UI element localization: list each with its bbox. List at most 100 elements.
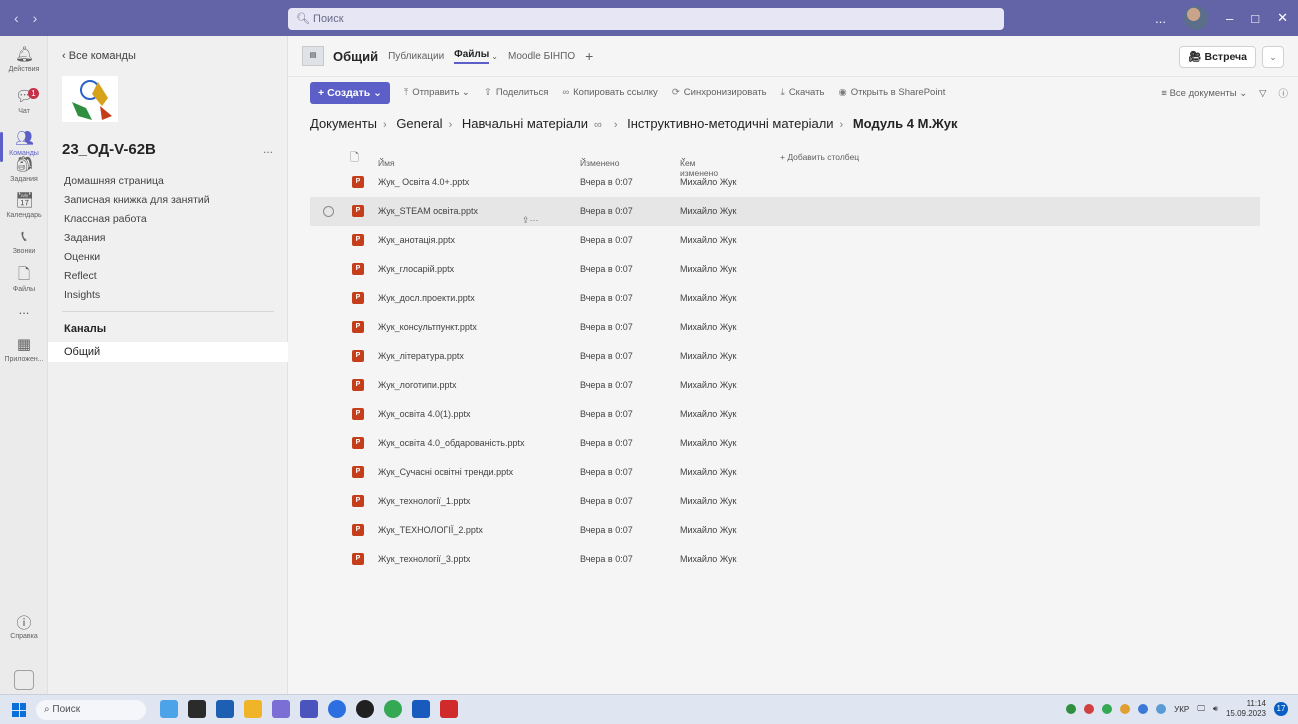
file-name[interactable]: Жук_освіта 4.0(1).pptx — [378, 409, 471, 419]
file-name[interactable]: Жук_досл.проекти.pptx — [378, 293, 475, 303]
widgets-icon[interactable] — [160, 700, 178, 718]
tray-app-icon[interactable] — [1066, 704, 1077, 714]
open-sharepoint-button[interactable]: ◉ Открыть в SharePoint — [838, 87, 945, 98]
notification-badge[interactable]: 17 — [1274, 702, 1288, 716]
info-icon[interactable]: ⓘ — [1278, 86, 1288, 100]
breadcrumb-item[interactable]: General — [396, 116, 442, 131]
device-icon[interactable] — [14, 670, 34, 690]
meet-button[interactable]: 🎥︎ Встреча — [1179, 46, 1256, 68]
rail-item-files[interactable]: 🗋 Файлы — [0, 262, 48, 304]
file-name[interactable]: Жук_логотипи.pptx — [378, 380, 456, 390]
teams-icon[interactable] — [300, 700, 318, 718]
rail-item-apps[interactable]: ▦ Приложен... — [0, 332, 48, 374]
nav-insights[interactable]: Insights — [64, 286, 210, 305]
acrobat-icon[interactable] — [440, 700, 458, 718]
file-type-icon[interactable]: 🗋 — [350, 149, 359, 168]
more-options-button[interactable]: ... — [1155, 11, 1166, 26]
view-selector[interactable]: ≡ Все документы ⌄ — [1161, 88, 1247, 99]
breadcrumb-item[interactable]: Інструктивно-методичні матеріали — [627, 116, 833, 131]
table-row[interactable]: P Жук_ТЕХНОЛОГІЇ_2.pptx Вчера в 0:07 Михайл… — [310, 516, 1260, 545]
all-teams-link[interactable]: ‹ Все команды — [62, 50, 136, 62]
chevron-down-icon[interactable]: ⌄ — [491, 52, 498, 61]
tray-app-icon[interactable] — [1084, 704, 1095, 714]
table-row[interactable]: P Жук_література.pptx Вчера в 0:07 Михайло … — [310, 342, 1260, 371]
back-arrow-icon[interactable]: ‹ — [14, 10, 19, 26]
tab-files[interactable]: Файлы — [454, 49, 490, 64]
taskbar-search[interactable]: ⌕ Поиск — [36, 700, 146, 720]
help-button[interactable]: ⓘ Справка — [0, 612, 48, 640]
table-row[interactable]: P Жук_технології_1.pptx Вчера в 0:07 Михайл… — [310, 487, 1260, 516]
file-name[interactable]: Жук_консультпункт.pptx — [378, 322, 477, 332]
volume-icon[interactable]: 🔊︎ — [1213, 704, 1218, 714]
table-row[interactable]: P Жук_глосарій.pptx Вчера в 0:07 Михайло Жу… — [310, 255, 1260, 284]
chrome-icon[interactable] — [1102, 704, 1113, 714]
rail-item-chat[interactable]: 💬︎ 1 Чат — [0, 84, 48, 126]
search-input[interactable]: 🔍︎ Поиск — [288, 8, 1004, 30]
network-icon[interactable]: 🖵 — [1197, 704, 1205, 714]
breadcrumb-item[interactable]: Навчальні матеріали — [462, 116, 588, 131]
add-column-button[interactable]: + Добавить столбец — [780, 152, 859, 162]
more-icon[interactable]: ··· — [530, 215, 539, 225]
table-row[interactable]: P Жук_освіта 4.0_обдарованість.pptx Вчера … — [310, 429, 1260, 458]
column-modified[interactable]: Изменено ⌄ — [580, 152, 619, 168]
share-button[interactable]: ⇪ Поделиться — [484, 87, 548, 98]
chrome-icon[interactable] — [384, 700, 402, 718]
row-actions[interactable]: ⇪ ··· — [522, 206, 539, 225]
file-name[interactable]: Жук_література.pptx — [378, 351, 464, 361]
table-row[interactable]: P Жук_технології_3.pptx Вчера в 0:07 Михайл… — [310, 545, 1260, 574]
explorer-icon[interactable] — [244, 700, 262, 718]
table-row[interactable]: P Жук_досл.проекти.pptx Вчера в 0:07 Михайл… — [310, 284, 1260, 313]
meet-dropdown-button[interactable]: ⌄ — [1262, 46, 1284, 68]
nav-assignments[interactable]: Задания — [64, 229, 210, 248]
file-name[interactable]: Жук_анотація.pptx — [378, 235, 455, 245]
file-name[interactable]: Жук_STEAM освіта.pptx — [378, 206, 478, 216]
download-button[interactable]: ⤓ Скачать — [781, 87, 825, 98]
filter-icon[interactable]: ▽ — [1259, 88, 1266, 99]
table-row[interactable]: P Жук_консультпункт.pptx Вчера в 0:07 Михай… — [310, 313, 1260, 342]
file-name[interactable]: Жук_освіта 4.0_обдарованість.pptx — [378, 438, 524, 448]
channel-general[interactable]: Общий — [48, 342, 288, 362]
teams-chat-icon[interactable] — [272, 700, 290, 718]
task-view-icon[interactable] — [188, 700, 206, 718]
file-name[interactable]: Жук_ Освіта 4.0+.pptx — [378, 177, 469, 187]
windows-start-icon[interactable] — [12, 703, 26, 717]
file-name[interactable]: Жук_глосарій.pptx — [378, 264, 454, 274]
nav-grades[interactable]: Оценки — [64, 248, 210, 267]
language-indicator[interactable]: УКР — [1174, 705, 1189, 714]
close-button[interactable]: ✕ — [1277, 10, 1288, 26]
breadcrumb-item[interactable]: Документы — [310, 116, 377, 131]
zoom-icon[interactable] — [328, 700, 346, 718]
tray-app-icon[interactable] — [1156, 704, 1167, 714]
minimize-button[interactable]: – — [1226, 11, 1233, 26]
file-name[interactable]: Жук_технології_3.pptx — [378, 554, 470, 564]
table-row[interactable]: P Жук_логотипи.pptx Вчера в 0:07 Михайло Жу… — [310, 371, 1260, 400]
forward-arrow-icon[interactable]: › — [33, 10, 38, 26]
tab-posts[interactable]: Публикации — [388, 51, 444, 62]
table-row[interactable]: P Жук_освіта 4.0(1).pptx Вчера в 0:07 Михай… — [310, 400, 1260, 429]
share-icon[interactable]: ⇪ — [522, 215, 530, 226]
nav-notebook[interactable]: Записная книжка для занятий — [64, 191, 210, 210]
word-icon[interactable] — [412, 700, 430, 718]
sync-button[interactable]: ⟳ Синхронизировать — [672, 87, 767, 98]
tray-app-icon[interactable] — [1138, 704, 1149, 714]
file-name[interactable]: Жук_технології_1.pptx — [378, 496, 470, 506]
nav-reflect[interactable]: Reflect — [64, 267, 210, 286]
team-more-button[interactable]: ... — [263, 142, 273, 156]
add-tab-button[interactable]: + — [585, 48, 593, 64]
tray-app-icon[interactable] — [1120, 704, 1131, 714]
rail-item-activity[interactable]: 🔔︎ Действия — [0, 42, 48, 84]
select-radio[interactable] — [323, 206, 334, 217]
file-name[interactable]: Жук_ТЕХНОЛОГІЇ_2.pptx — [378, 525, 483, 535]
copy-link-button[interactable]: ∞ Копировать ссылку — [562, 87, 657, 98]
column-name[interactable]: Имя ⌄ — [378, 152, 395, 168]
column-modified-by[interactable]: Кем изменено ⌄ — [680, 152, 718, 178]
tab-moodle[interactable]: Moodle БІНПО — [508, 51, 575, 62]
table-row[interactable]: P Жук_Сучасні освітні тренди.pptx Вчера в … — [310, 458, 1260, 487]
clock[interactable]: 11:14 15.09.2023 — [1226, 699, 1266, 719]
send-button[interactable]: ⤒ Отправить ⌄ — [404, 87, 470, 98]
table-row[interactable]: P Жук_STEAM освіта.pptx ⇪ ··· Вчера в 0:07 М… — [310, 197, 1260, 226]
file-name[interactable]: Жук_Сучасні освітні тренди.pptx — [378, 467, 513, 477]
maximize-button[interactable]: □ — [1251, 11, 1259, 26]
store-icon[interactable] — [216, 700, 234, 718]
table-row[interactable]: P Жук_анотація.pptx Вчера в 0:07 Михайло Жу… — [310, 226, 1260, 255]
